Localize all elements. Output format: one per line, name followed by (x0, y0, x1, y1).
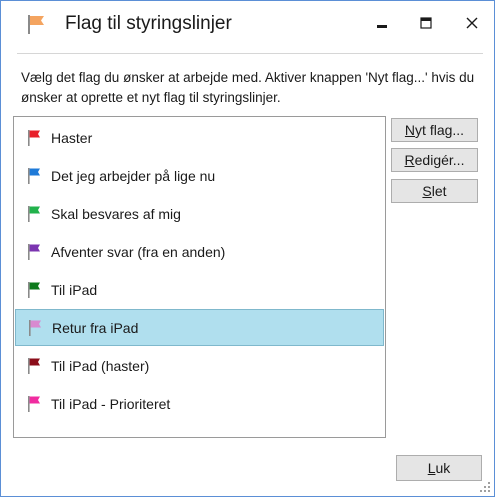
magenta-flag-icon (28, 395, 40, 412)
red-flag-icon (28, 129, 40, 146)
edit-flag-button[interactable]: Redigér... (391, 148, 478, 172)
minimize-button[interactable] (367, 9, 397, 37)
window-title: Flag til styringslinjer (65, 13, 232, 34)
dark-red-flag-icon (28, 357, 40, 374)
resize-grip-icon[interactable] (479, 481, 491, 493)
new-flag-button[interactable]: Nyt flag... (391, 118, 478, 142)
close-button[interactable] (457, 9, 487, 37)
title-bar[interactable]: Flag til styringslinjer (1, 1, 494, 47)
title-divider (17, 53, 483, 54)
dark-green-flag-icon (28, 281, 40, 298)
flag-list-item-2[interactable]: Skal besvares af mig (15, 195, 384, 232)
purple-flag-icon (28, 243, 40, 260)
delete-flag-label: Slet (422, 183, 447, 199)
flag-dialog-window: Flag til styringslinjer Vælg det flag du… (0, 0, 495, 497)
flag-label: Til iPad (51, 281, 98, 298)
flag-list-item-6[interactable]: Til iPad (haster) (15, 347, 384, 384)
flag-label: Retur fra iPad (52, 319, 139, 336)
edit-flag-label: Redigér... (404, 152, 465, 168)
maximize-button[interactable] (411, 9, 441, 37)
delete-flag-button[interactable]: Slet (391, 179, 478, 203)
new-flag-label: Nyt flag... (404, 122, 465, 138)
flag-label: Haster (51, 129, 93, 146)
flag-label: Skal besvares af mig (51, 205, 181, 222)
flag-list[interactable]: Haster Det jeg arbejder på lige nu Skal … (13, 116, 386, 438)
pink-flag-icon (29, 319, 41, 336)
instruction-text: Vælg det flag du ønsker at arbejde med. … (21, 70, 475, 105)
minimize-icon (377, 25, 387, 28)
close-dialog-button[interactable]: Luk (396, 455, 482, 481)
flag-list-item-0[interactable]: Haster (15, 119, 384, 156)
flag-list-item-4[interactable]: Til iPad (15, 271, 384, 308)
close-icon (466, 17, 478, 29)
flag-label: Det jeg arbejder på lige nu (51, 167, 216, 184)
maximize-icon (420, 17, 432, 29)
close-dialog-label: Luk (427, 460, 451, 476)
flag-list-item-1[interactable]: Det jeg arbejder på lige nu (15, 157, 384, 194)
flag-label: Afventer svar (fra en anden) (51, 243, 226, 260)
flag-list-item-3[interactable]: Afventer svar (fra en anden) (15, 233, 384, 270)
green-flag-icon (28, 205, 40, 222)
flag-label: Til iPad (haster) (51, 357, 150, 374)
flag-label: Til iPad - Prioriteret (51, 395, 171, 412)
orange-flag-icon (28, 15, 44, 34)
flag-list-item-5-selected[interactable]: Retur fra iPad (15, 309, 384, 346)
flag-list-item-7[interactable]: Til iPad - Prioriteret (15, 385, 384, 422)
blue-flag-icon (28, 167, 40, 184)
